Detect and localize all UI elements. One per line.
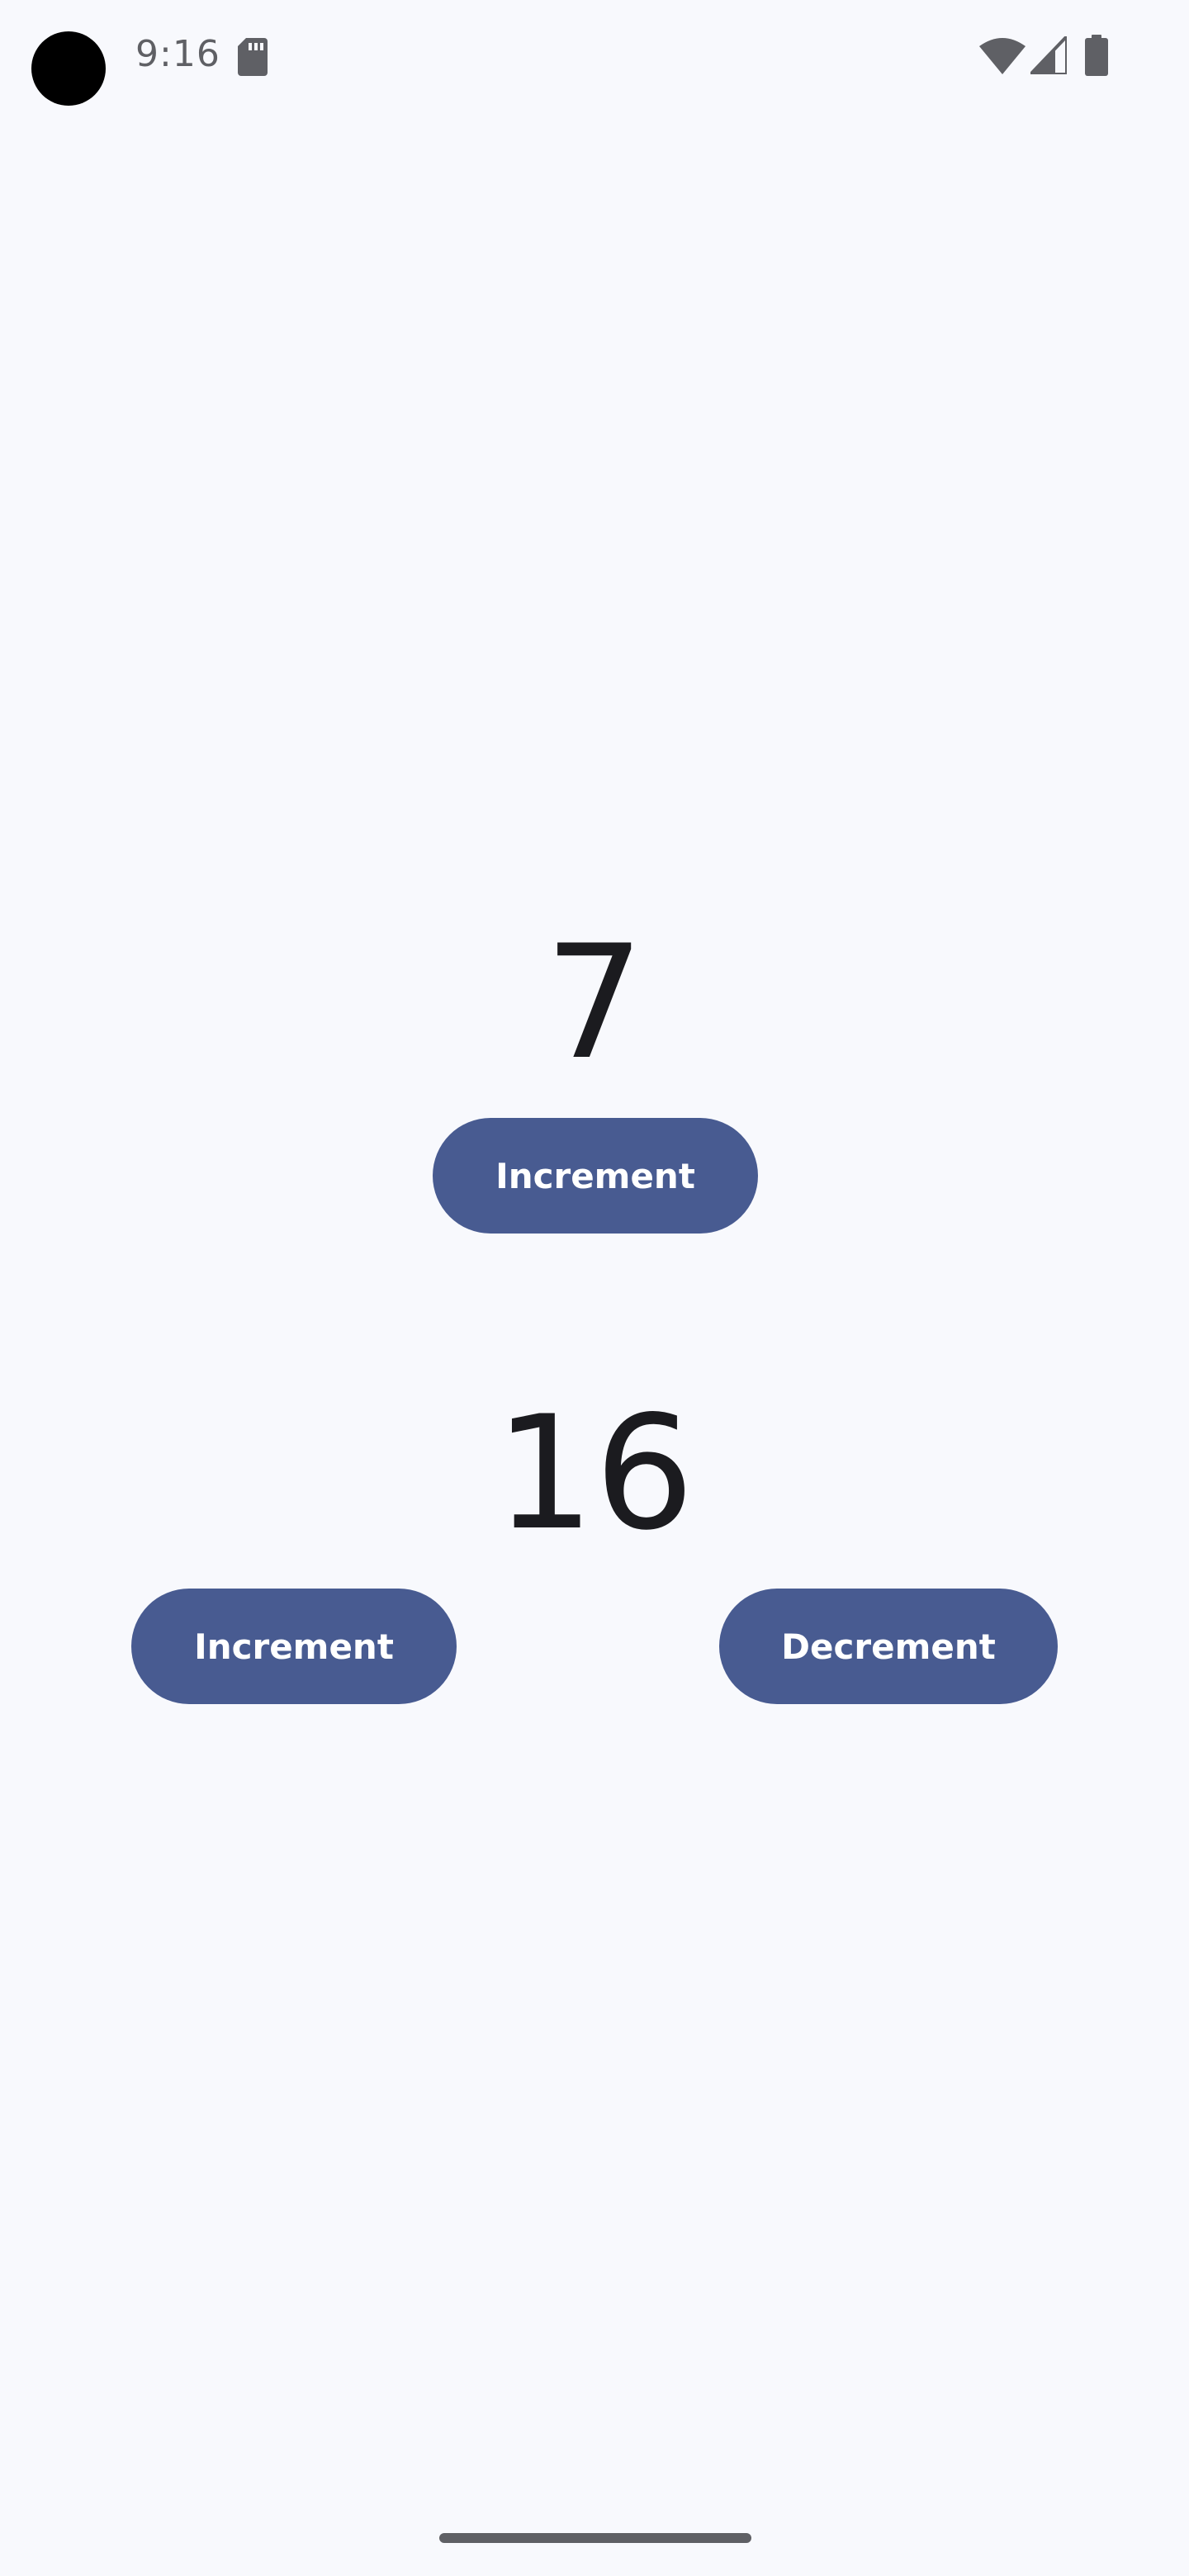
battery-icon <box>1085 35 1108 76</box>
status-bar: 9:16 <box>0 0 1189 116</box>
cell-signal-icon <box>1030 36 1067 74</box>
counter-a-increment-button[interactable]: Increment <box>433 1118 758 1234</box>
counter-b-decrement-button[interactable]: Decrement <box>719 1589 1058 1704</box>
status-time: 9:16 <box>135 33 220 75</box>
counter-a-value: 7 <box>544 912 645 1094</box>
counter-b-value: 16 <box>495 1382 694 1565</box>
counter-b-increment-button[interactable]: Increment <box>131 1589 457 1704</box>
wifi-icon <box>979 38 1026 74</box>
camera-cutout <box>31 31 106 106</box>
gesture-nav-handle[interactable] <box>439 2533 751 2543</box>
sd-card-icon <box>238 38 268 76</box>
